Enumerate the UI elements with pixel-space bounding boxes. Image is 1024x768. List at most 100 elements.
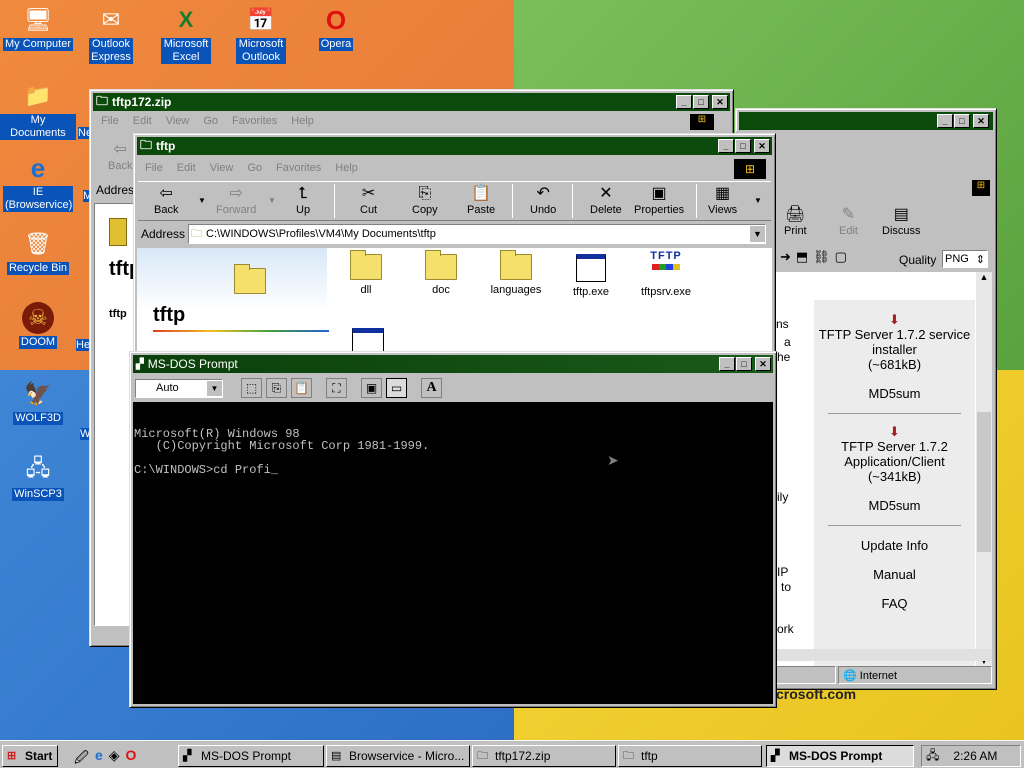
desktop-icon-doom[interactable]: ☠ DOOM [0,302,76,349]
desktop-icon-winscp[interactable]: 🖧 WinSCP3 [0,454,76,501]
file-languages[interactable]: languages [476,250,556,296]
minimize-button[interactable]: _ [676,95,692,109]
nav-icons[interactable]: ➜⬒⛓▢ [780,249,852,265]
file-dll[interactable]: dll [326,250,406,296]
properties-button[interactable]: ▣ Properties [634,184,684,216]
back-dropdown-icon[interactable]: ▼ [198,196,206,205]
dos-console[interactable]: Microsoft(R) Windows 98 (C)Copyright Mic… [133,402,773,704]
desktop-icon-ie[interactable]: e IE (Browservice) [0,152,76,212]
zip-back-button[interactable]: ⇦ Back [108,140,132,172]
menu-edit[interactable]: Edit [133,115,152,127]
minimize-button[interactable]: _ [937,114,953,128]
menu-edit[interactable]: Edit [177,162,196,174]
close-button[interactable]: ✕ [973,114,989,128]
dos-titlebar[interactable]: ▞ MS-DOS Prompt _ □ ✕ [133,355,773,373]
close-button[interactable]: ✕ [754,139,770,153]
channels-icon[interactable]: ◈ [109,747,120,768]
tftp-window[interactable]: 🗀 tftp _ □ ✕ File Edit View Go Favorites… [133,133,776,355]
download-item[interactable]: ⬇ TFTP Server 1.7.2 Application/Client (… [814,414,975,513]
computer-icon: 🖥 [24,7,52,32]
maximize-button[interactable]: □ [954,114,970,128]
tftp-titlebar[interactable]: 🗀 tftp _ □ ✕ [137,137,772,155]
copy-button[interactable]: ⎘ Copy [412,184,438,216]
taskbar-browservice[interactable]: ▤ Browservice - Micro... [326,745,470,767]
font-size-select[interactable]: Auto ▼ [135,378,223,398]
scrollbar-thumb[interactable] [977,412,991,552]
horizontal-scrollbar[interactable] [776,649,992,661]
file-tftpsrv-exe[interactable]: TFTP tftpsrv.exe [626,250,706,298]
ie-icon[interactable]: e [95,747,103,768]
faq-link[interactable]: FAQ [814,582,975,611]
maximize-button[interactable]: □ [735,139,751,153]
minimize-button[interactable]: _ [718,139,734,153]
file-tftp-exe[interactable]: tftp.exe [551,254,631,298]
paste-button[interactable]: 📋 Paste [467,184,495,216]
show-desktop-icon[interactable]: 🖉 [74,747,89,768]
zip-titlebar[interactable]: 🗀 tftp172.zip _ □ ✕ [93,93,730,111]
font-button[interactable]: A [421,378,442,398]
close-button[interactable]: ✕ [712,95,728,109]
fullscreen-button[interactable]: ⛶ [326,378,347,398]
print-button[interactable]: 🖨 Print [784,205,807,237]
menu-go[interactable]: Go [247,162,262,174]
file-doc[interactable]: doc [401,250,481,296]
delete-button[interactable]: ✕ Delete [590,184,622,216]
forward-dropdown-icon[interactable]: ▼ [268,196,276,205]
back-button[interactable]: ⇦ Back [154,184,178,216]
desktop-icon-opera[interactable]: O Opera [298,4,374,51]
up-button[interactable]: ⮤ Up [296,184,310,216]
menu-help[interactable]: Help [335,162,358,174]
status-zone: 🌐 Internet [838,666,992,684]
chevron-down-icon[interactable]: ▼ [207,380,222,396]
maximize-button[interactable]: □ [736,357,752,371]
menu-view[interactable]: View [166,115,190,127]
desktop-icon-my-computer[interactable]: 🖥 My Computer [0,4,76,51]
desktop-icon-wolf3d[interactable]: 🦅 WOLF3D [0,378,76,425]
undo-button[interactable]: ↶ Undo [530,184,556,216]
menu-file[interactable]: File [101,115,119,127]
minimize-button[interactable]: _ [719,357,735,371]
taskbar-msdos-1[interactable]: ▞ MS-DOS Prompt [178,745,324,767]
manual-link[interactable]: Manual [814,553,975,582]
close-button[interactable]: ✕ [755,357,771,371]
discuss-button[interactable]: ▤ Discuss [882,205,921,237]
tray-icon[interactable]: 🖧 [926,746,939,767]
desktop-icon-my-documents[interactable]: 📁 My Documents [0,80,76,140]
desktop-icon-recycle-bin[interactable]: 🗑 Recycle Bin [0,228,76,275]
menu-help[interactable]: Help [291,115,314,127]
windows-logo-icon: ⊞ [734,159,766,179]
clock[interactable]: 2:26 AM [953,749,997,763]
start-button[interactable]: ⊞ Start [2,745,58,767]
desktop-icon-outlook[interactable]: 📅 Microsoft Outlook [223,4,299,64]
copy-button[interactable]: ⎘ [266,378,287,398]
edit-button[interactable]: ✎ Edit [839,205,858,237]
menu-favorites[interactable]: Favorites [276,162,321,174]
taskbar-zip[interactable]: 🗀 tftp172.zip [472,745,616,767]
menu-view[interactable]: View [210,162,234,174]
update-info-link[interactable]: Update Info [814,526,975,553]
scrollbar[interactable]: ▲ ▼ [976,272,992,666]
taskbar-tftp[interactable]: 🗀 tftp [618,745,762,767]
forward-button[interactable]: ⇨ Forward [216,184,256,216]
properties-button[interactable]: ▣ [361,378,382,398]
background-button[interactable]: ▭ [386,378,407,398]
download-item[interactable]: ⬇ TFTP Server 1.7.2 service installer (~… [814,300,975,401]
opera-icon[interactable]: O [126,747,137,768]
mark-button[interactable]: ⬚ [241,378,262,398]
views-dropdown-icon[interactable]: ▼ [754,196,762,205]
menu-go[interactable]: Go [203,115,218,127]
menu-favorites[interactable]: Favorites [232,115,277,127]
paste-button[interactable]: 📋 [291,378,312,398]
quality-select[interactable]: PNG ⇕ [942,250,988,268]
address-dropdown-button[interactable]: ▼ [749,226,765,242]
taskbar-msdos-2[interactable]: ▞ MS-DOS Prompt [766,745,914,767]
cut-button[interactable]: ✂ Cut [360,184,377,216]
maximize-button[interactable]: □ [693,95,709,109]
views-grid-icon: ▦ [715,185,731,202]
menu-file[interactable]: File [145,162,163,174]
dos-window[interactable]: ▞ MS-DOS Prompt _ □ ✕ Auto ▼ ⬚ ⎘ 📋 ⛶ ▣ ▭… [129,351,777,708]
views-button[interactable]: ▦ Views [708,184,737,216]
desktop-icon-excel[interactable]: X Microsoft Excel [148,4,224,64]
desktop-icon-outlook-express[interactable]: ✉ Outlook Express [73,4,149,64]
tftp-address-input[interactable]: 🗀 C:\WINDOWS\Profiles\VM4\My Documents\t… [188,224,766,244]
